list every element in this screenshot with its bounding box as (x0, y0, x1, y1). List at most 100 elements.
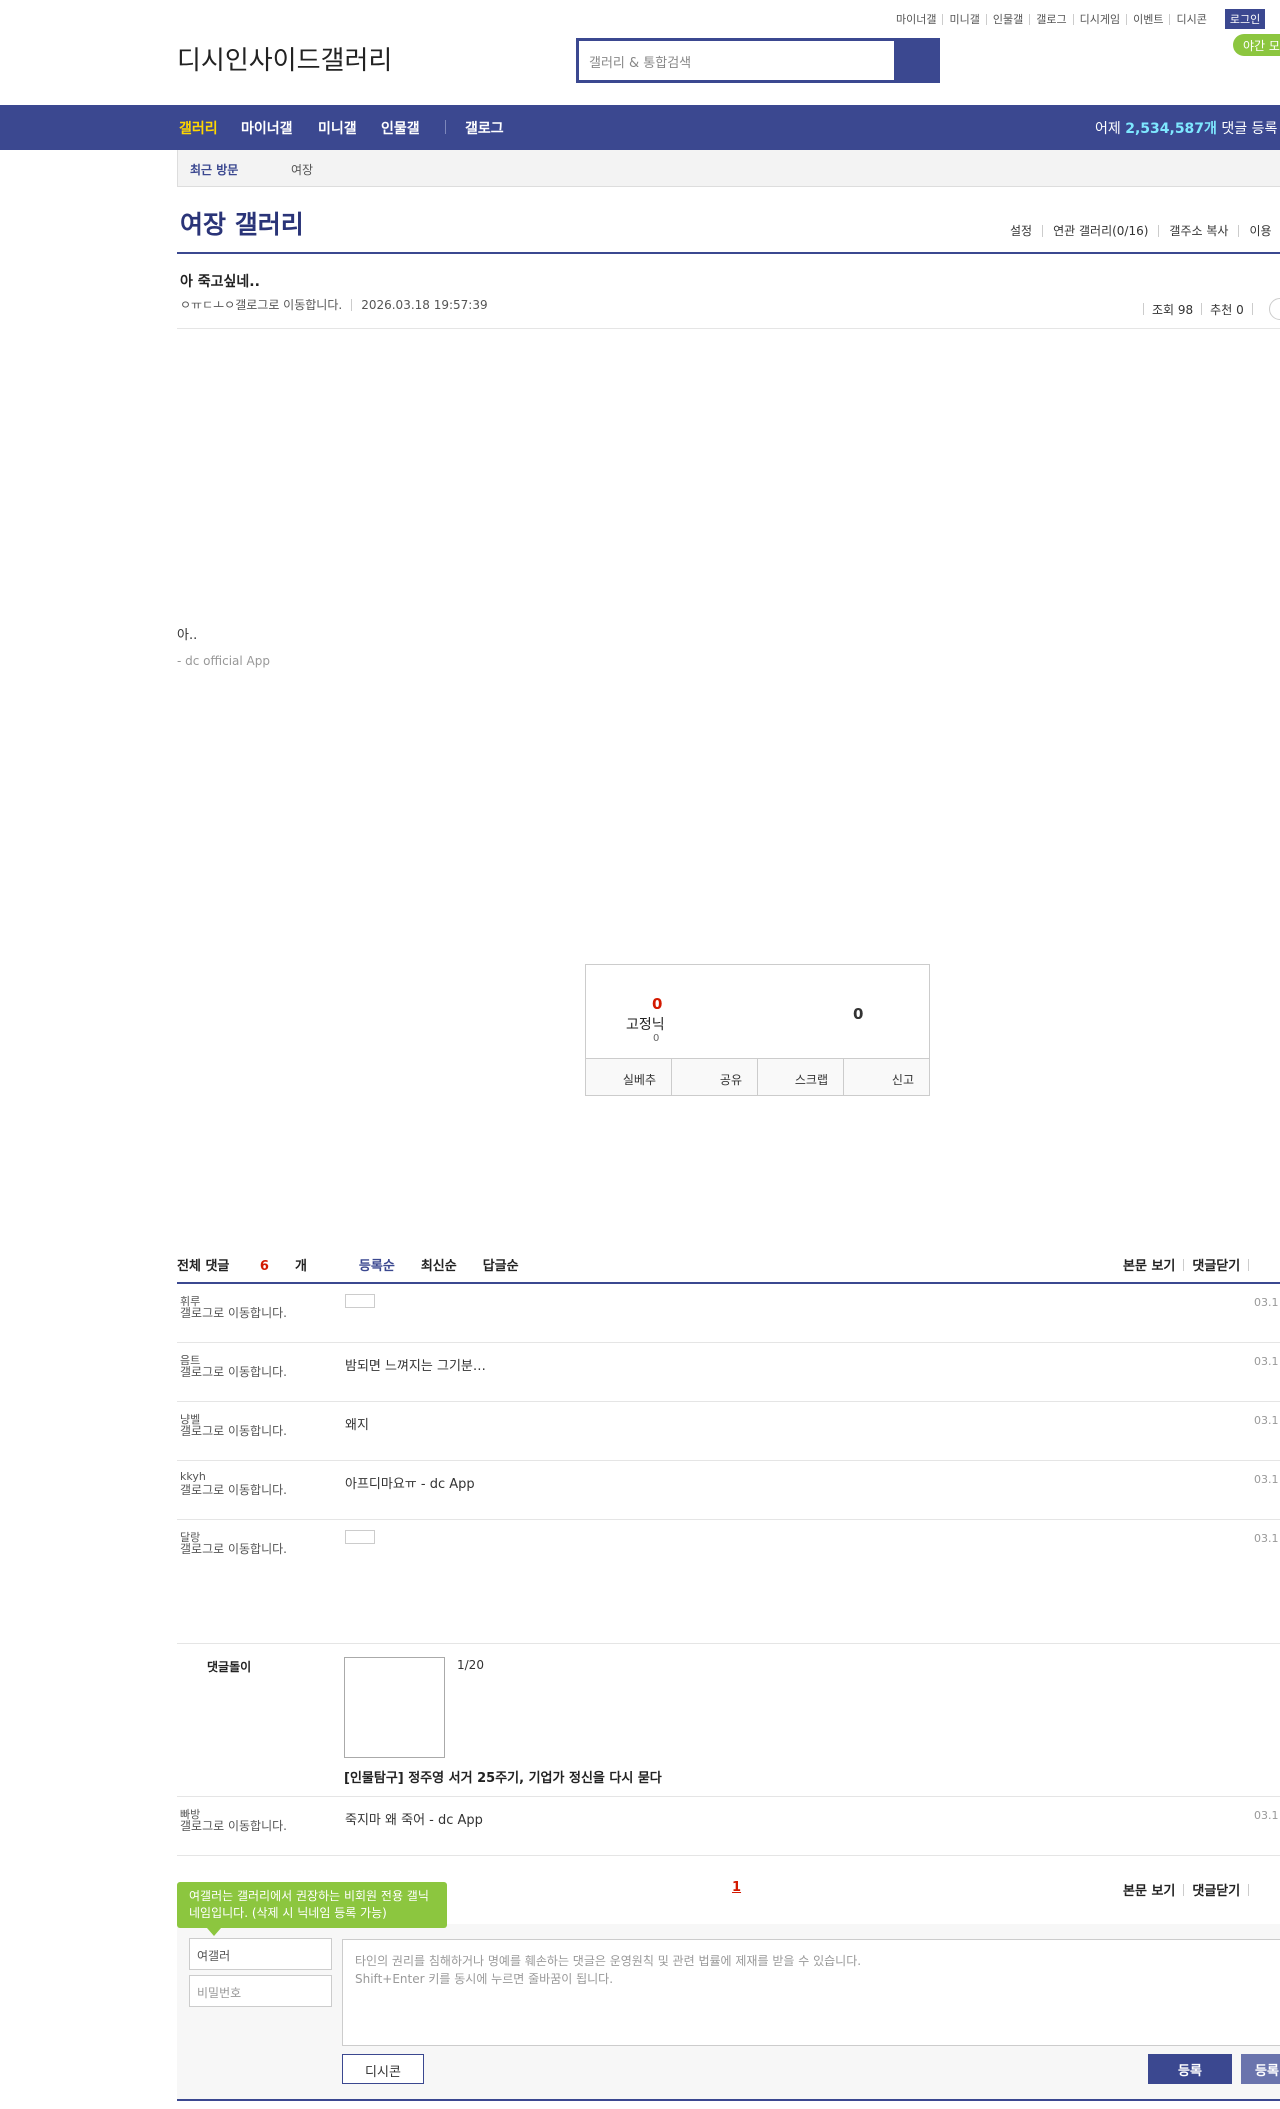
more-options-button[interactable] (1268, 298, 1280, 320)
post-title: 아 죽고싶네.. (180, 274, 260, 290)
page-number[interactable]: 1 (732, 1880, 741, 1895)
sort-latest[interactable]: 최신순 (421, 1255, 457, 1274)
fixed-nick-count: 0 (653, 1033, 660, 1044)
comment-row: 음트 갤로그로 이동합니다. 밤되면 느껴지는 그기분… 03.1 (177, 1343, 1280, 1402)
nav-divider (445, 120, 446, 134)
dccon-button[interactable]: 디시콘 (342, 2054, 424, 2084)
comment-controls-top: 본문 보기 댓글닫기 (1123, 1255, 1257, 1274)
title-divider (177, 252, 1280, 254)
top-link-minor[interactable]: 마이너갤 (890, 14, 942, 25)
site-logo[interactable]: 디시인사이드갤러리 (177, 40, 392, 77)
gallog-icon[interactable]: 갤로그로 이동합니다. (180, 1819, 315, 1833)
post-date: 2026.03.18 19:57:39 (361, 297, 488, 312)
nav-minor[interactable]: 마이너갤 (241, 118, 293, 138)
gallog-icon[interactable]: 갤로그로 이동합니다. (180, 1483, 315, 1497)
comment-total-count: 6 (259, 1259, 269, 1274)
post-header-divider (177, 328, 1280, 329)
comment-textarea[interactable]: 타인의 권리를 침해하거나 명예를 훼손하는 댓글은 운영원칙 및 관련 법률에… (342, 1939, 1280, 2046)
stats-divider (1251, 303, 1253, 315)
gallog-icon[interactable]: 갤로그로 이동합니다. (180, 1306, 315, 1320)
nickname-tooltip: 여갤러는 갤러리에서 권장하는 비회원 전용 갤닉네임입니다. (삭제 시 닉네… (177, 1882, 447, 1936)
close-comments-button[interactable]: 댓글닫기 (1192, 1255, 1240, 1274)
nav-gallery[interactable]: 갤러리 (179, 118, 218, 138)
nickname-field[interactable]: 여갤러 (189, 1938, 332, 1970)
recent-visit-bar: 최근 방문 여장 (177, 150, 1280, 187)
login-button[interactable]: 로그인 (1224, 9, 1266, 29)
controls-divider (1248, 1883, 1250, 1896)
real-best-button[interactable]: 실베추 (586, 1059, 671, 1095)
top-link-gallog[interactable]: 갤로그 (1029, 13, 1072, 25)
comment-row: 빠방 갤로그로 이동합니다. 죽지마 왜 죽어 - dc App 03.1 (177, 1797, 1280, 1856)
gallery-usage[interactable]: 이용 (1238, 225, 1280, 237)
comment-date: 03.1 (1254, 1355, 1279, 1368)
comment-row: 냥벨 갤로그로 이동합니다. 왜지 03.1 (177, 1402, 1280, 1461)
share-button[interactable]: 공유 (671, 1059, 757, 1095)
post-views: 조회 98 (1152, 302, 1194, 317)
sort-registered[interactable]: 등록순 (359, 1255, 395, 1274)
top-link-event[interactable]: 이벤트 (1126, 13, 1169, 25)
stats-divider (1201, 303, 1203, 315)
stat-count: 2,534,587개 (1125, 121, 1217, 137)
search-button[interactable] (894, 41, 937, 80)
comment-text: 왜지 (345, 1418, 369, 1433)
report-button[interactable]: 신고 (843, 1059, 929, 1095)
vote-actions: 실베추 공유 스크랩 신고 (586, 1058, 929, 1095)
dolli-title[interactable]: [인물탐구] 정주영 서거 25주기, 기업가 정신을 다시 묻다 (344, 1767, 662, 1786)
top-link-game[interactable]: 디시게임 (1072, 13, 1126, 25)
gallog-icon[interactable]: 갤로그로 이동합니다. (235, 296, 342, 313)
post-meta: ㅇㅠㄷㅗㅇ 갤로그로 이동합니다. 2026.03.18 19:57:39 (180, 296, 488, 313)
comment-row: 휘루 갤로그로 이동합니다. 03.1 (177, 1284, 1280, 1343)
password-field[interactable]: 비밀번호 (189, 1975, 332, 2007)
comment-image[interactable] (345, 1294, 375, 1308)
night-mode-toggle[interactable]: 야간 모드 (1233, 34, 1280, 56)
comment-dolli-label: 댓글돌이 (207, 1660, 252, 1674)
submit-button[interactable]: 등록 (1148, 2054, 1232, 2084)
view-post-button[interactable]: 본문 보기 (1123, 1255, 1175, 1274)
top-link-person[interactable]: 인물갤 (985, 13, 1029, 25)
controls-divider (1183, 1883, 1185, 1896)
comment-row: kkyh 갤로그로 이동합니다. 아프디마요ㅠ - dc App 03.1 (177, 1461, 1280, 1520)
recent-visit-gallery[interactable]: 여장 (291, 161, 313, 178)
upvote-count[interactable]: 0 (652, 995, 662, 1013)
search-input[interactable]: 갤러리 & 통합검색 (579, 41, 894, 80)
stat-suffix: 댓글 등록 (1221, 121, 1278, 137)
gallery-settings[interactable]: 설정 (1000, 225, 1042, 237)
top-link-dccon[interactable]: 디시콘 (1169, 13, 1212, 25)
copy-gallery-url[interactable]: 갤주소 복사 (1158, 225, 1238, 237)
comment-image[interactable] (345, 1530, 375, 1544)
comment-nick[interactable]: kkyh (180, 1470, 206, 1483)
nav-mini[interactable]: 미니갤 (318, 118, 357, 138)
view-post-button[interactable]: 본문 보기 (1123, 1880, 1175, 1899)
vote-box: 0 고정닉 0 0 실베추 공유 스크랩 신고 (585, 964, 930, 1096)
scrap-button[interactable]: 스크랩 (757, 1059, 843, 1095)
gallery-menu: 설정 연관 갤러리(0/16) 갤주소 복사 이용 (1000, 225, 1280, 237)
dolli-thumbnail[interactable] (344, 1657, 445, 1758)
sort-replies[interactable]: 답글순 (483, 1255, 519, 1274)
comment-controls-bottom: 본문 보기 댓글닫기 (1123, 1880, 1257, 1899)
comment-text: 죽지마 왜 죽어 - dc App (345, 1813, 483, 1828)
comment-date: 03.1 (1254, 1532, 1279, 1545)
comment-total: 전체 댓글 6 개 (177, 1255, 333, 1274)
downvote-count[interactable]: 0 (853, 1005, 863, 1023)
submit-recommend-button[interactable]: 등록 (1241, 2054, 1280, 2084)
top-links: 마이너갤 미니갤 인물갤 갤로그 디시게임 이벤트 디시콘 로그인 (890, 9, 1266, 29)
post-author[interactable]: ㅇㅠㄷㅗㅇ (180, 296, 235, 313)
comment-date: 03.1 (1254, 1809, 1279, 1822)
gallog-icon[interactable]: 갤로그로 이동합니다. (180, 1424, 315, 1438)
gallog-icon[interactable]: 갤로그로 이동합니다. (180, 1365, 315, 1379)
dolli-counter: 1/20 (457, 1658, 484, 1672)
write-bottom-divider (177, 2099, 1280, 2101)
post-signature: - dc official App (177, 654, 270, 668)
related-galleries[interactable]: 연관 갤러리(0/16) (1042, 225, 1158, 237)
nav-person[interactable]: 인물갤 (381, 118, 420, 138)
gallery-title[interactable]: 여장 갤러리 (180, 205, 304, 241)
recent-visit-label: 최근 방문 (190, 163, 239, 177)
close-comments-button[interactable]: 댓글닫기 (1192, 1880, 1240, 1899)
gallog-icon[interactable]: 갤로그로 이동합니다. (180, 1542, 315, 1556)
nav-gallog[interactable]: 갤로그 (465, 118, 504, 138)
top-link-mini[interactable]: 미니갤 (942, 13, 985, 25)
fixed-nick-icon: 고정닉 (626, 1017, 665, 1033)
comment-text: 아프디마요ㅠ - dc App (345, 1477, 475, 1492)
nav-comment-stat: 어제 2,534,587개 댓글 등록 (1095, 118, 1277, 138)
comment-date: 03.1 (1254, 1473, 1279, 1486)
